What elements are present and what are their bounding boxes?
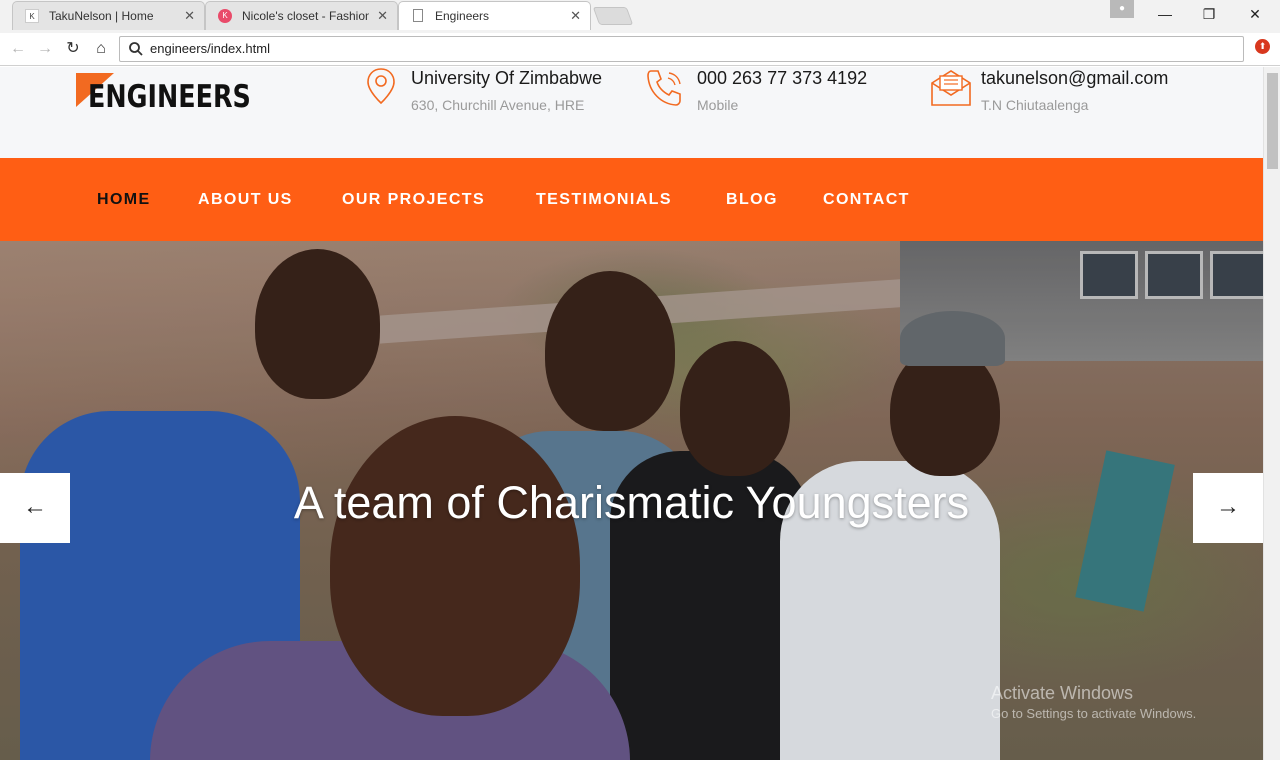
hero-title: A team of Charismatic Youngsters	[293, 477, 970, 528]
page-scrollbar[interactable]	[1263, 67, 1280, 760]
restore-icon[interactable]: ❐	[1186, 0, 1232, 30]
nav-blog[interactable]: BLOG	[726, 158, 778, 241]
phone-label: Mobile	[697, 97, 739, 113]
page-viewport: ENGINEERS University Of Zimbabwe 630, Ch…	[0, 67, 1263, 760]
windows-activation-watermark: Activate Windows Go to Settings to activ…	[991, 683, 1196, 721]
tab-title: Nicole's closet - Fashion	[242, 9, 369, 23]
reload-icon[interactable]: ↻	[61, 37, 85, 61]
location-pin-icon	[367, 68, 395, 105]
nav-home[interactable]: HOME	[97, 158, 151, 241]
watermark-line-2: Go to Settings to activate Windows.	[991, 706, 1197, 721]
logo-text: ENGINEERS	[88, 79, 251, 115]
browser-tab-bar: K TakuNelson | Home ✕ K Nicole's closet …	[0, 0, 1280, 33]
envelope-icon	[931, 70, 971, 106]
main-navigation: HOME ABOUT US OUR PROJECTS TESTIMONIALS …	[0, 158, 1263, 241]
new-tab-button[interactable]	[592, 7, 634, 25]
nav-contact[interactable]: CONTACT	[823, 158, 910, 241]
close-tab-icon[interactable]: ✕	[570, 2, 581, 30]
favicon-icon: K	[25, 9, 39, 23]
browser-toolbar: ← → ↻ ⌂ engineers/index.html	[0, 33, 1280, 66]
close-tab-icon[interactable]: ✕	[377, 2, 388, 30]
location-subtitle: 630, Churchill Avenue, HRE	[411, 97, 585, 113]
contact-phone: 000 263 77 373 4192 Mobile	[645, 67, 905, 127]
email-owner: T.N Chiutaalenga	[981, 97, 1089, 113]
address-url: engineers/index.html	[150, 41, 270, 56]
home-icon[interactable]: ⌂	[89, 37, 113, 61]
extension-icon[interactable]: ⬆	[1255, 39, 1270, 54]
browser-tab-nicoles-closet[interactable]: K Nicole's closet - Fashion ✕	[205, 1, 398, 30]
profile-icon[interactable]: ●	[1110, 0, 1134, 18]
close-tab-icon[interactable]: ✕	[184, 2, 195, 30]
scrollbar-thumb[interactable]	[1267, 73, 1278, 169]
back-arrow-icon[interactable]: ←	[6, 37, 30, 61]
contact-email: takunelson@gmail.com T.N Chiutaalenga	[930, 67, 1230, 127]
favicon-icon: K	[218, 9, 232, 23]
address-bar[interactable]: engineers/index.html	[119, 36, 1244, 62]
browser-tab-takunelson[interactable]: K TakuNelson | Home ✕	[12, 1, 205, 30]
phone-icon	[647, 70, 681, 106]
browser-tab-engineers[interactable]: Engineers ✕	[398, 1, 591, 30]
document-icon	[413, 9, 423, 22]
tab-title: TakuNelson | Home	[49, 9, 154, 23]
window-close-icon[interactable]: ✕	[1232, 0, 1278, 30]
minimize-icon[interactable]: —	[1142, 0, 1188, 30]
slider-prev-button[interactable]: ←	[0, 473, 70, 543]
location-title: University Of Zimbabwe	[411, 68, 603, 88]
email-address[interactable]: takunelson@gmail.com	[981, 67, 1168, 89]
tab-title: Engineers	[435, 9, 490, 23]
slider-next-button[interactable]: →	[1193, 473, 1263, 543]
nav-about-us[interactable]: ABOUT US	[198, 158, 293, 241]
watermark-line-1: Activate Windows	[991, 683, 1134, 703]
forward-arrow-icon[interactable]: →	[33, 37, 57, 61]
nav-testimonials[interactable]: TESTIMONIALS	[536, 158, 672, 241]
search-icon	[129, 42, 143, 56]
hero-slider: A team of Charismatic Youngsters ← → Act…	[0, 241, 1263, 760]
phone-number: 000 263 77 373 4192	[697, 68, 868, 88]
nav-our-projects[interactable]: OUR PROJECTS	[342, 158, 485, 241]
site-header: ENGINEERS University Of Zimbabwe 630, Ch…	[0, 67, 1263, 158]
contact-location: University Of Zimbabwe 630, Churchill Av…	[366, 67, 636, 127]
site-logo[interactable]: ENGINEERS	[76, 73, 251, 117]
